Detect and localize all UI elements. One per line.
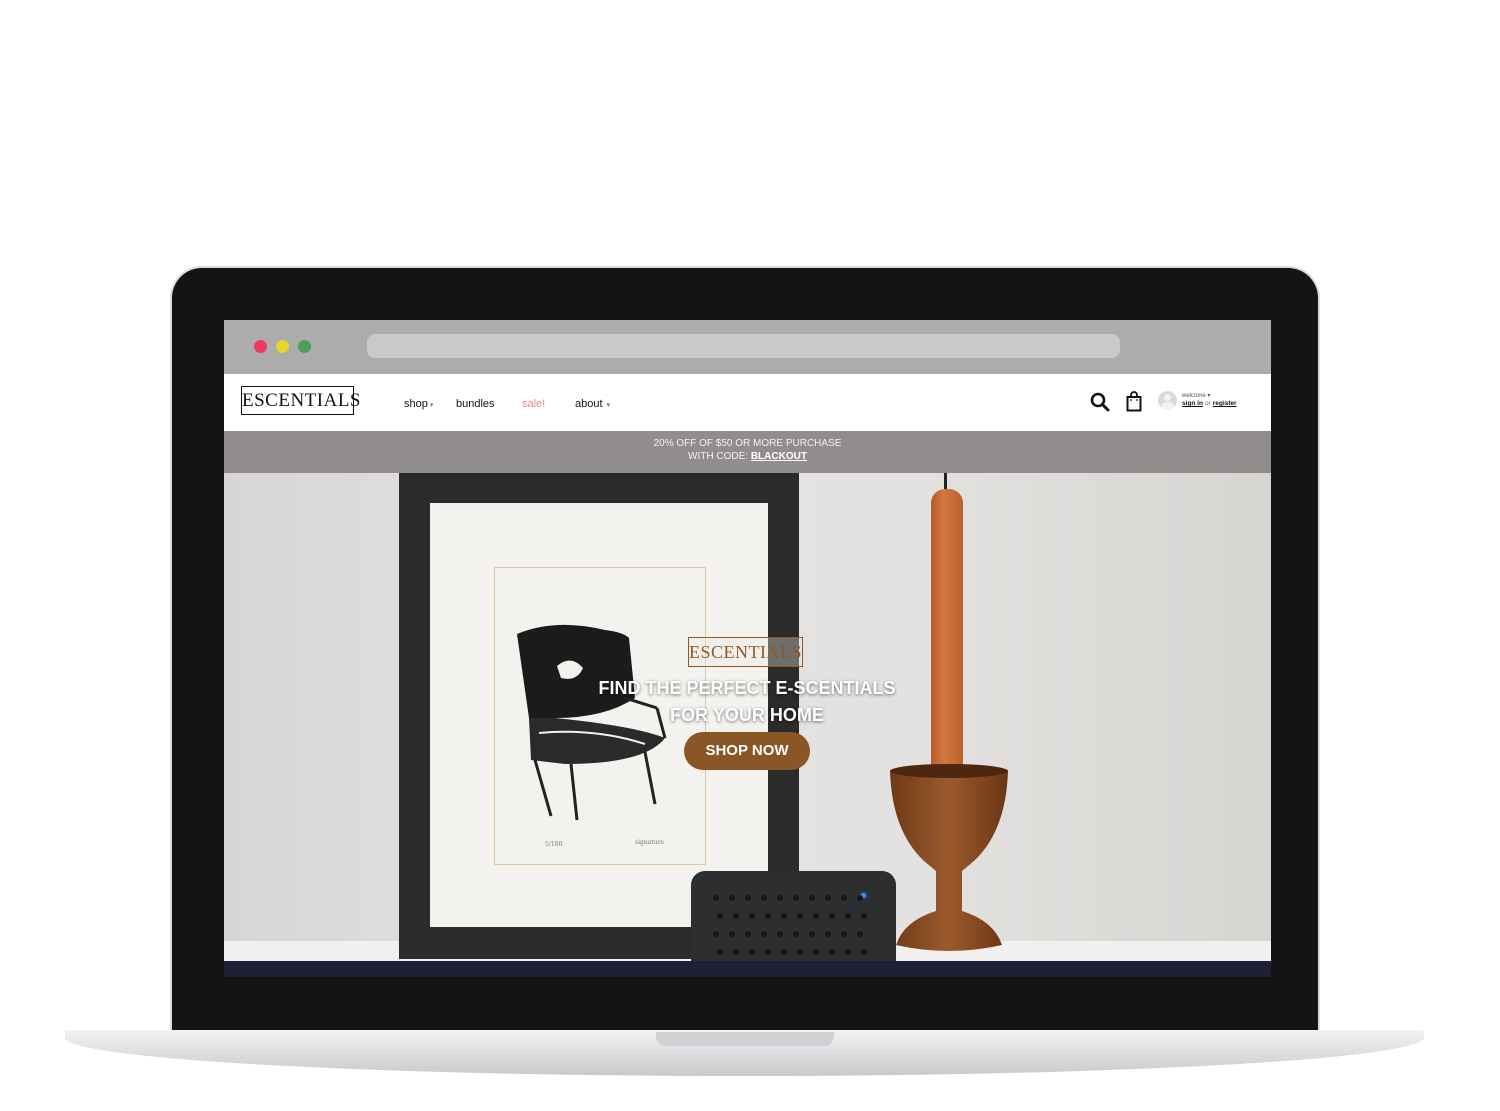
speaker-grille-hole (857, 931, 863, 937)
speaker-grille-hole (857, 895, 863, 901)
nav-sale[interactable]: sale! (522, 398, 545, 410)
nav-about-label: about (575, 398, 603, 410)
account-links: sign in or register (1182, 400, 1237, 407)
speaker-grille-hole (745, 895, 751, 901)
speaker-grille-hole (825, 895, 831, 901)
speaker-image (691, 871, 896, 961)
speaker-grille-hole (781, 913, 787, 919)
speaker-grille-hole (861, 949, 867, 955)
nav-bundles[interactable]: bundles (456, 398, 495, 410)
speaker-grille-hole (809, 895, 815, 901)
speaker-grille-hole (717, 949, 723, 955)
or-text: or (1204, 400, 1211, 407)
speaker-grille-hole (845, 913, 851, 919)
speaker-grille-hole (813, 913, 819, 919)
hero-headline-line-2: FOR YOUR HOME (670, 705, 824, 725)
candle-image (931, 489, 963, 771)
search-icon[interactable] (1090, 392, 1110, 412)
speaker-grille-hole (797, 913, 803, 919)
promo-code[interactable]: BLACKOUT (751, 451, 807, 462)
welcome-label: welcome (1182, 393, 1206, 399)
speaker-grille-hole (717, 913, 723, 919)
site-header: ESCENTIALS shop ▾ bundles sale! about ▾ w… (224, 374, 1271, 431)
nav-shop-label: shop (404, 398, 428, 410)
shopping-bag-icon[interactable] (1126, 391, 1142, 412)
browser-window: ESCENTIALS shop ▾ bundles sale! about ▾ w… (224, 320, 1271, 977)
sign-in-link[interactable]: sign in (1182, 400, 1203, 407)
speaker-grille-hole (713, 931, 719, 937)
promo-line-2: WITH CODE: BLACKOUT (224, 451, 1271, 462)
speaker-grille-hole (793, 931, 799, 937)
shop-now-button[interactable]: SHOP NOW (684, 732, 810, 770)
laptop-notch (656, 1032, 834, 1046)
speaker-grille-hole (749, 913, 755, 919)
speaker-grille-hole (829, 913, 835, 919)
svg-text:5/100: 5/100 (545, 841, 562, 848)
user-avatar-icon[interactable] (1158, 391, 1177, 410)
promo-code-prefix: WITH CODE: (688, 451, 749, 462)
hero-headline: FIND THE PERFECT E-SCENTIALS FOR YOUR HO… (564, 675, 930, 729)
speaker-grille-hole (777, 931, 783, 937)
speaker-grille-hole (745, 931, 751, 937)
speaker-grille-hole (777, 895, 783, 901)
speaker-grille-hole (729, 931, 735, 937)
speaker-grille-hole (765, 913, 771, 919)
speaker-grille-hole (761, 895, 767, 901)
maximize-window-button[interactable] (298, 340, 311, 353)
promo-banner: 20% OFF OF $50 OR MORE PURCHASE WITH COD… (224, 431, 1271, 473)
chevron-down-icon: ▾ (1205, 393, 1211, 399)
chevron-down-icon: ▾ (429, 402, 434, 409)
nav-shop[interactable]: shop ▾ (404, 398, 433, 410)
speaker-grille-hole (713, 895, 719, 901)
speaker-grille-hole (841, 931, 847, 937)
speaker-grille-hole (829, 949, 835, 955)
speaker-grille-hole (761, 931, 767, 937)
promo-line-1: 20% OFF OF $50 OR MORE PURCHASE (653, 438, 842, 449)
speaker-grille-hole (813, 949, 819, 955)
hero-logo: ESCENTIALS (688, 637, 803, 667)
speaker-grille-hole (845, 949, 851, 955)
speaker-grille-hole (733, 949, 739, 955)
speaker-grille-hole (781, 949, 787, 955)
nav-about[interactable]: about ▾ (575, 398, 610, 410)
site-logo[interactable]: ESCENTIALS (241, 386, 361, 415)
candle-holder-image (890, 764, 1008, 951)
minimize-window-button[interactable] (276, 340, 289, 353)
speaker-grille-hole (797, 949, 803, 955)
speaker-grille-hole (749, 949, 755, 955)
hero-headline-line-1: FIND THE PERFECT E-SCENTIALS (598, 678, 896, 698)
speaker-grille-hole (729, 895, 735, 901)
browser-titlebar (224, 320, 1271, 374)
speaker-grille-hole (793, 895, 799, 901)
chevron-down-icon: ▾ (604, 402, 610, 409)
speaker-grille-hole (809, 931, 815, 937)
welcome-menu[interactable]: welcome ▾ (1182, 392, 1210, 399)
close-window-button[interactable] (254, 340, 267, 353)
register-link[interactable]: register (1213, 400, 1237, 407)
speaker-grille-hole (733, 913, 739, 919)
speaker-grille-hole (861, 913, 867, 919)
speaker-grille-hole (765, 949, 771, 955)
speaker-grille-hole (825, 931, 831, 937)
address-bar[interactable] (367, 334, 1120, 358)
hero-banner: 5/100 signature ESCENTIALS FIND THE PERF… (224, 473, 1271, 961)
svg-text:signature: signature (635, 839, 664, 846)
speaker-grille-hole (841, 895, 847, 901)
page-bottom-strip (224, 961, 1271, 977)
